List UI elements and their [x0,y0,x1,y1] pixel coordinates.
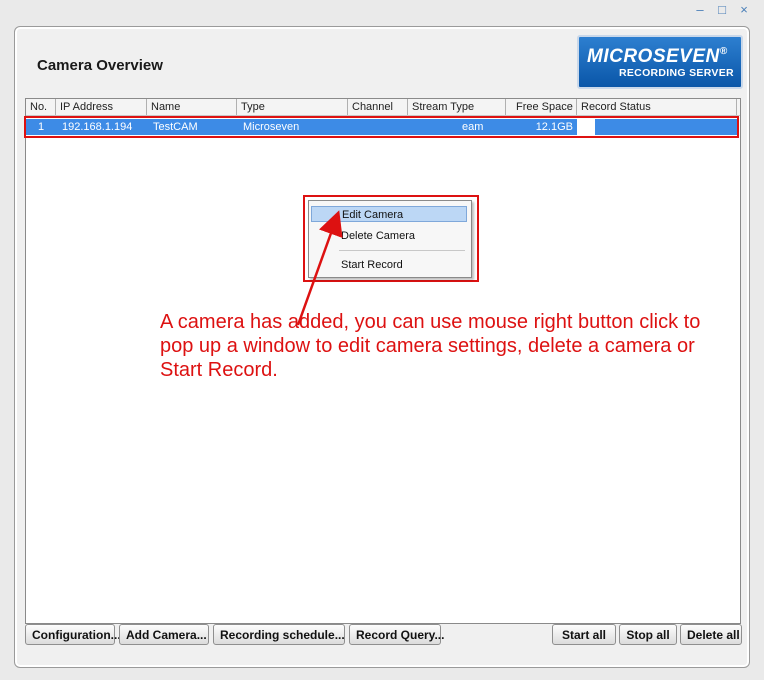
table-header: No. IP Address Name Type Channel Stream … [26,99,740,116]
cell-type: Microseven [237,119,348,135]
column-header-name[interactable]: Name [147,99,237,115]
menu-divider [339,250,465,251]
close-icon[interactable]: × [738,2,750,18]
context-menu: Edit Camera Delete Camera Start Record [308,200,472,278]
maximize-icon[interactable]: □ [716,2,728,18]
menu-item-edit-camera[interactable]: Edit Camera [311,206,467,222]
window-controls: – □ × [694,2,750,18]
cell-name: TestCAM [147,119,237,135]
page-title: Camera Overview [37,57,163,74]
cell-stream-type: eam [408,119,506,135]
delete-all-button[interactable]: Delete all [680,624,742,645]
start-all-button[interactable]: Start all [552,624,616,645]
column-header-no[interactable]: No. [26,99,56,115]
menu-item-delete-camera[interactable]: Delete Camera [311,228,467,244]
cell-no: 1 [26,119,56,135]
column-header-channel[interactable]: Channel [348,99,408,115]
configuration-button[interactable]: Configuration... [25,624,121,645]
column-header-free-space[interactable]: Free Space [506,99,577,115]
table-row[interactable]: 1 192.168.1.194 TestCAM Microseven eam 1… [26,119,740,135]
annotation-text: A camera has added, you can use mouse ri… [160,311,701,381]
add-camera-button[interactable]: Add Camera... [119,624,209,645]
record-status-bar [595,119,737,135]
cell-ip-address: 192.168.1.194 [56,119,147,135]
cell-channel [348,119,408,135]
column-header-record-status[interactable]: Record Status [577,99,737,115]
column-header-type[interactable]: Type [237,99,348,115]
column-header-ip[interactable]: IP Address [56,99,147,115]
record-query-button[interactable]: Record Query... [349,624,444,645]
recording-schedule-button[interactable]: Recording schedule... [213,624,345,645]
microseven-logo: MICROSEVEN® RECORDING SERVER [577,35,743,89]
cell-free-space: 12.1GB [506,119,577,135]
stop-all-button[interactable]: Stop all [619,624,677,645]
minimize-icon[interactable]: – [694,2,706,18]
menu-item-start-record[interactable]: Start Record [311,257,467,273]
column-header-stream-type[interactable]: Stream Type [408,99,506,115]
